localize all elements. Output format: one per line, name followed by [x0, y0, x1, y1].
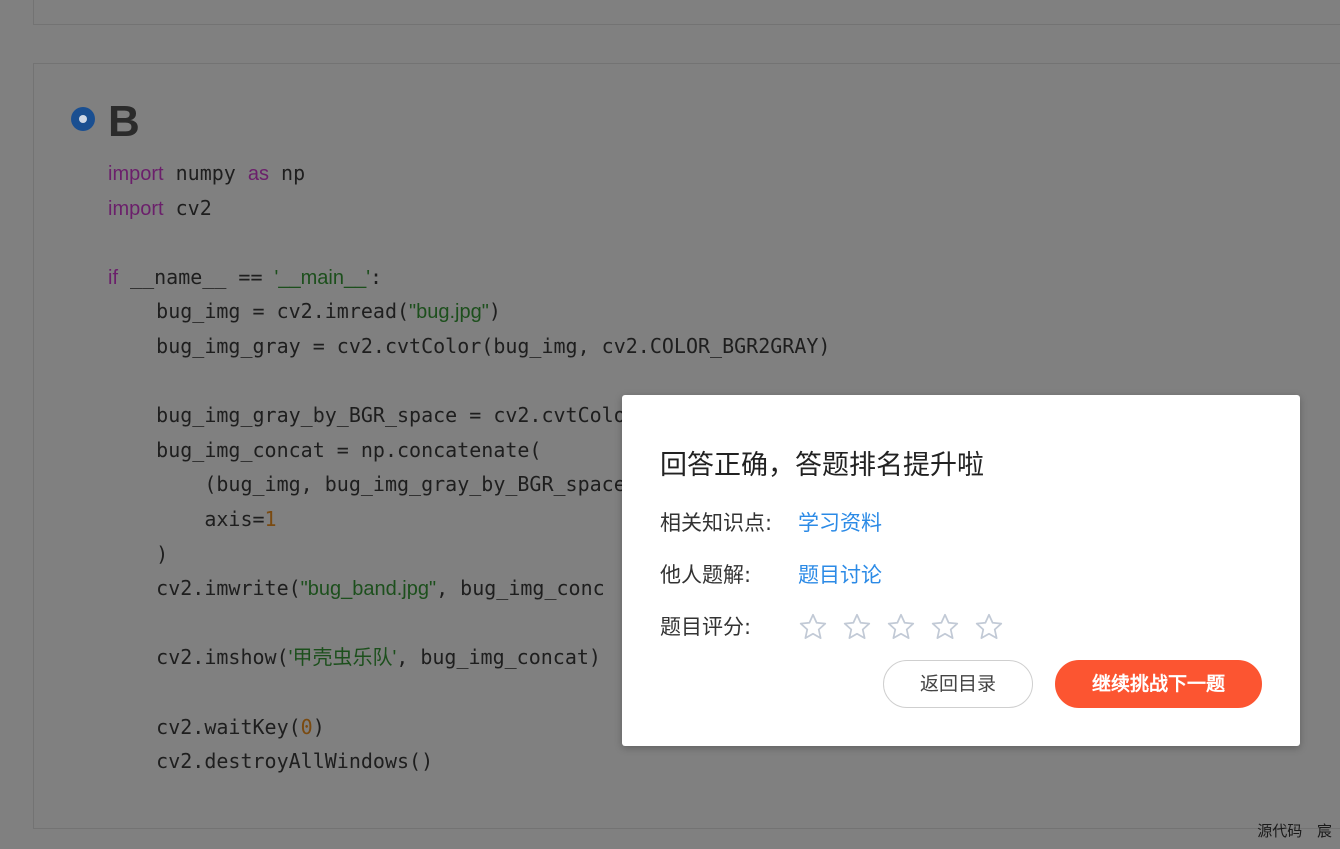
code-token: axis= — [108, 506, 265, 531]
code-token: bug_img_gray = cv2.cvtColor(bug_img, cv2… — [108, 333, 831, 358]
watermark: 源代码 宸 — [1257, 822, 1332, 840]
code-token: : — [370, 264, 383, 289]
code-token: , bug_img_concat) — [396, 645, 601, 670]
rating-label: 题目评分: — [660, 615, 752, 639]
radio-selected-icon[interactable] — [71, 107, 95, 131]
option-letter: B — [108, 97, 140, 146]
code-token: 0 — [300, 714, 313, 739]
code-token: bug_img = cv2.imread( — [108, 299, 410, 324]
code-line: if __name__ == '__main__': — [108, 260, 830, 295]
result-dialog: 回答正确，答题排名提升啦 相关知识点: 学习资料 他人题解: 题目讨论 题目评分… — [622, 395, 1300, 746]
code-token: '__main__' — [274, 266, 371, 289]
code-token: as — [247, 163, 269, 185]
code-token: cv2.destroyAllWindows() — [108, 749, 434, 774]
code-line: cv2.destroyAllWindows() — [108, 744, 830, 779]
code-token: bug_img_gray_by_BGR_space = cv2.cvtColo — [108, 403, 626, 428]
star-icon[interactable] — [974, 612, 1004, 642]
code-token: cv2.imshow( — [108, 645, 289, 670]
star-icon[interactable] — [798, 612, 828, 642]
code-token: if — [108, 266, 118, 289]
study-material-link[interactable]: 学习资料 — [798, 509, 882, 537]
code-line: bug_img = cv2.imread("bug.jpg") — [108, 294, 830, 329]
code-token: , bug_img_conc — [436, 576, 605, 601]
knowledge-label: 相关知识点: — [660, 511, 773, 535]
solutions-label: 他人题解: — [660, 563, 752, 587]
star-icon[interactable] — [842, 612, 872, 642]
code-token: numpy — [163, 161, 248, 185]
code-token: bug_img_concat = np.concatenate( — [108, 437, 542, 462]
code-line: bug_img_gray = cv2.cvtColor(bug_img, cv2… — [108, 329, 830, 364]
code-token: import — [108, 197, 164, 220]
code-line: import numpy as np — [108, 156, 830, 191]
code-token: import — [108, 163, 164, 185]
code-token: cv2 — [163, 195, 212, 220]
previous-option-card — [33, 0, 1340, 25]
star-icon[interactable] — [930, 612, 960, 642]
code-token: 1 — [264, 506, 277, 531]
code-token: '甲壳虫乐队' — [288, 647, 397, 670]
rating-stars — [798, 612, 1004, 642]
code-token: cv2.waitKey( — [108, 714, 301, 739]
code-token: ) — [312, 714, 325, 739]
code-token: "bug_band.jpg" — [300, 578, 437, 601]
code-token: (bug_img, bug_img_gray_by_BGR_space — [108, 472, 626, 497]
code-token: __name__ == — [118, 264, 275, 289]
star-icon[interactable] — [886, 612, 916, 642]
discussion-link[interactable]: 题目讨论 — [798, 561, 882, 589]
code-token: np — [269, 161, 306, 185]
code-token: "bug.jpg" — [409, 301, 489, 324]
code-token: ) — [108, 541, 169, 566]
back-to-list-button[interactable]: 返回目录 — [883, 660, 1033, 708]
code-token: ) — [488, 299, 501, 324]
code-line: import cv2 — [108, 191, 830, 226]
next-question-button[interactable]: 继续挑战下一题 — [1055, 660, 1262, 708]
dialog-title: 回答正确，答题排名提升啦 — [660, 450, 984, 481]
code-token: cv2.imwrite( — [108, 576, 301, 601]
